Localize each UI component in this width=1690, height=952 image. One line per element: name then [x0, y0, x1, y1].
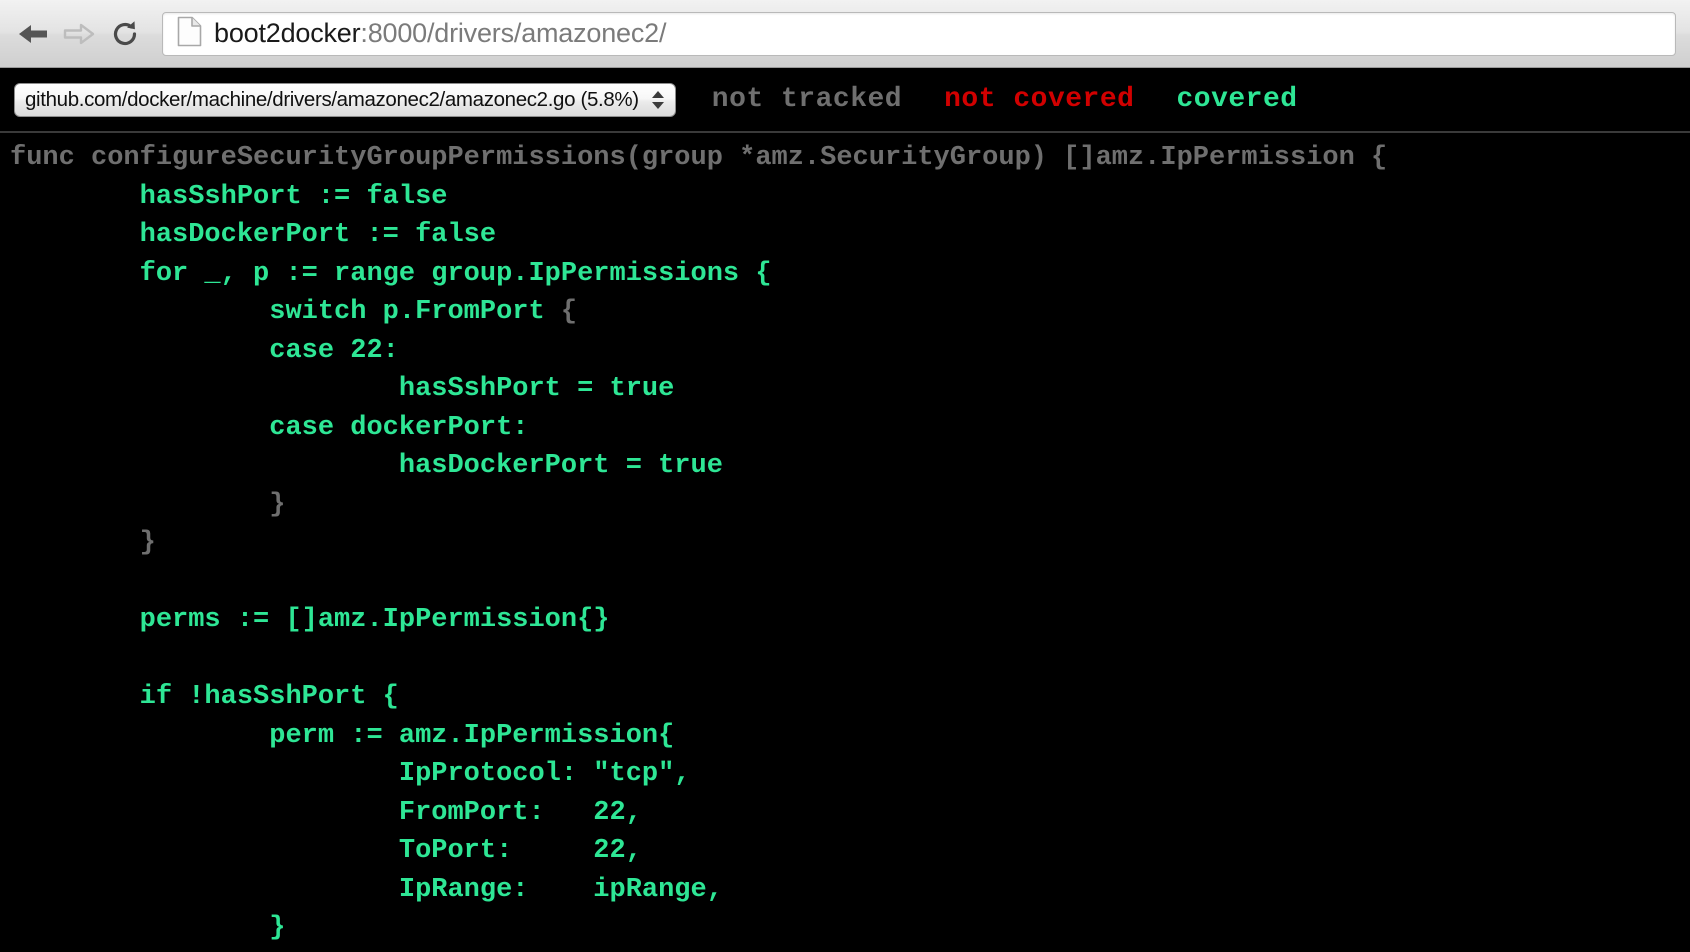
coverage-code-viewport[interactable]: func configureSecurityGroupPermissions(g…	[0, 133, 1690, 952]
code-segment: case dockerPort:	[10, 413, 528, 443]
up-down-stepper-icon[interactable]	[648, 85, 668, 115]
code-segment: if !hasSshPort {	[10, 682, 399, 712]
code-segment: perm := amz.IpPermission{	[10, 721, 674, 751]
code-segment: hasSshPort = true	[10, 374, 674, 404]
legend-not-tracked: not tracked	[712, 84, 902, 115]
code-segment: FromPort: 22,	[10, 798, 642, 828]
legend-not-covered: not covered	[944, 84, 1134, 115]
reload-icon	[109, 18, 141, 50]
browser-toolbar: boot2docker:8000/drivers/amazonec2/	[0, 0, 1690, 68]
legend-covered: covered	[1176, 84, 1297, 115]
url-bar[interactable]: boot2docker:8000/drivers/amazonec2/	[162, 12, 1676, 56]
url-path: :8000/drivers/amazonec2/	[360, 18, 666, 48]
code-segment: }	[10, 490, 285, 520]
code-segment: IpRange: ipRange,	[10, 875, 723, 905]
forward-button[interactable]	[56, 11, 102, 57]
back-arrow-icon	[16, 20, 50, 48]
stepper-up-arrow-icon[interactable]	[652, 91, 664, 98]
forward-arrow-icon	[62, 20, 96, 48]
code-segment: hasSshPort := false	[10, 182, 447, 212]
file-select[interactable]: github.com/docker/machine/drivers/amazon…	[14, 83, 676, 117]
code-segment: }	[10, 913, 285, 943]
file-select-label: github.com/docker/machine/drivers/amazon…	[25, 88, 639, 112]
code-segment: ToPort: 22,	[10, 836, 642, 866]
url-text: boot2docker:8000/drivers/amazonec2/	[214, 18, 666, 49]
code-segment: func configureSecurityGroupPermissions(g…	[10, 143, 1387, 173]
reload-button[interactable]	[102, 11, 148, 57]
coverage-source-code: func configureSecurityGroupPermissions(g…	[0, 139, 1690, 948]
code-segment: for _, p := range group.IpPermissions {	[10, 259, 772, 289]
document-icon	[177, 16, 202, 52]
code-segment: }	[10, 528, 156, 558]
code-segment: switch p.FromPort	[10, 297, 561, 327]
code-segment: perms := []amz.IpPermission{}	[10, 605, 610, 635]
coverage-banner: github.com/docker/machine/drivers/amazon…	[0, 68, 1690, 133]
coverage-legend: not tracked not covered covered	[712, 84, 1298, 115]
code-segment: hasDockerPort = true	[10, 451, 723, 481]
stepper-down-arrow-icon[interactable]	[652, 102, 664, 109]
code-segment: IpProtocol: "tcp",	[10, 759, 691, 789]
back-button[interactable]	[10, 11, 56, 57]
code-segment: case 22:	[10, 336, 399, 366]
code-segment: {	[561, 297, 577, 327]
code-segment: hasDockerPort := false	[10, 220, 496, 250]
url-host: boot2docker	[214, 18, 360, 48]
